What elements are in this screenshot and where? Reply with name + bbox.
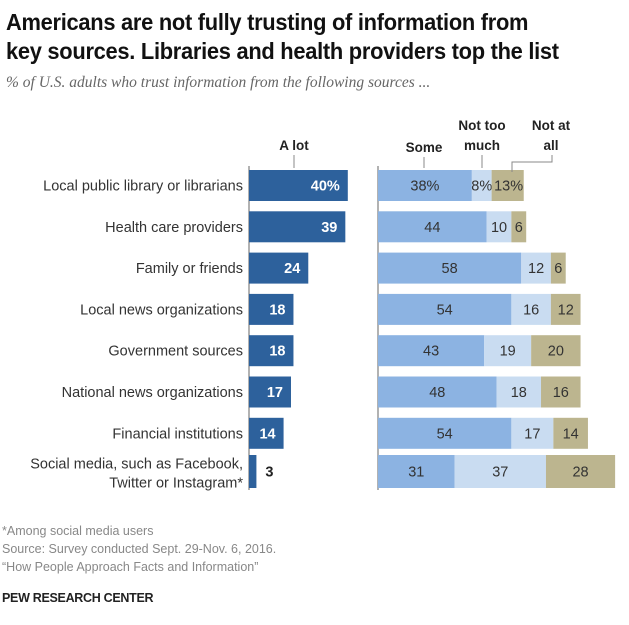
data-label-not-too-much: 37 (492, 465, 508, 481)
category-label: Health care providers (105, 220, 243, 236)
data-label-a-lot: 14 (259, 426, 275, 442)
category-label: Family or friends (136, 261, 243, 277)
data-label-not-at-all: 28 (572, 465, 588, 481)
legend-some: Some (406, 140, 443, 155)
data-label-a-lot: 40% (311, 179, 340, 195)
data-label-some: 58 (442, 261, 458, 277)
data-label-not-at-all: 12 (558, 302, 574, 318)
report-title: “How People Approach Facts and Informati… (2, 560, 259, 574)
data-label-not-at-all: 6 (554, 261, 562, 277)
category-label: Financial institutions (112, 426, 243, 442)
data-label-a-lot: 18 (269, 302, 285, 318)
data-label-some: 43 (423, 344, 439, 360)
data-label-a-lot: 39 (321, 220, 337, 236)
data-label-some: 38% (410, 179, 439, 195)
legend-not-at-all-leader (511, 155, 553, 172)
legend-not-at-all-line-1: Not at (532, 118, 571, 133)
footnote: *Among social media users (2, 524, 154, 538)
data-label-not-at-all: 14 (563, 426, 579, 442)
data-label-not-too-much: 10 (491, 220, 507, 236)
category-label: Local public library or librarians (43, 179, 243, 195)
data-label-some: 54 (437, 302, 453, 318)
category-label: Government sources (108, 344, 243, 360)
data-label-a-lot: 18 (269, 344, 285, 360)
legend-not-too-much-line-1: Not too (458, 118, 505, 133)
legend-not-at-all-line-2: all (543, 138, 558, 153)
legend-a-lot: A lot (279, 138, 309, 153)
data-label-not-too-much: 12 (528, 261, 544, 277)
data-label-not-too-much: 18 (511, 385, 527, 401)
source-note: Source: Survey conducted Sept. 29-Nov. 6… (2, 542, 277, 556)
category-label: Local news organizations (80, 302, 243, 318)
data-label-not-at-all: 13% (494, 179, 523, 195)
data-label-not-at-all: 16 (553, 385, 569, 401)
bar-a-lot (249, 455, 257, 488)
data-label-some: 48 (429, 385, 445, 401)
category-label-line-1: Social media, such as Facebook, (30, 457, 243, 473)
data-label-some: 44 (424, 220, 440, 236)
data-label-not-too-much: 8% (471, 179, 492, 195)
data-label-some: 31 (408, 465, 424, 481)
data-label-not-too-much: 19 (500, 344, 516, 360)
category-label: National news organizations (62, 385, 243, 401)
data-label-a-lot: 17 (267, 385, 283, 401)
data-label-a-lot: 3 (265, 465, 273, 481)
data-label-not-too-much: 17 (524, 426, 540, 442)
category-label-line-2: Twitter or Instagram* (109, 476, 243, 492)
legend-not-too-much-line-2: much (464, 138, 500, 153)
data-label-a-lot: 24 (284, 261, 300, 277)
data-label-some: 54 (437, 426, 453, 442)
data-label-not-at-all: 20 (548, 344, 564, 360)
data-label-not-too-much: 16 (523, 302, 539, 318)
brand-logo-text: PEW RESEARCH CENTER (2, 591, 154, 605)
footer: *Among social media users Source: Survey… (2, 522, 276, 576)
trust-chart: Local public library or librarians Health… (30, 118, 616, 492)
data-label-not-at-all: 6 (515, 220, 523, 236)
